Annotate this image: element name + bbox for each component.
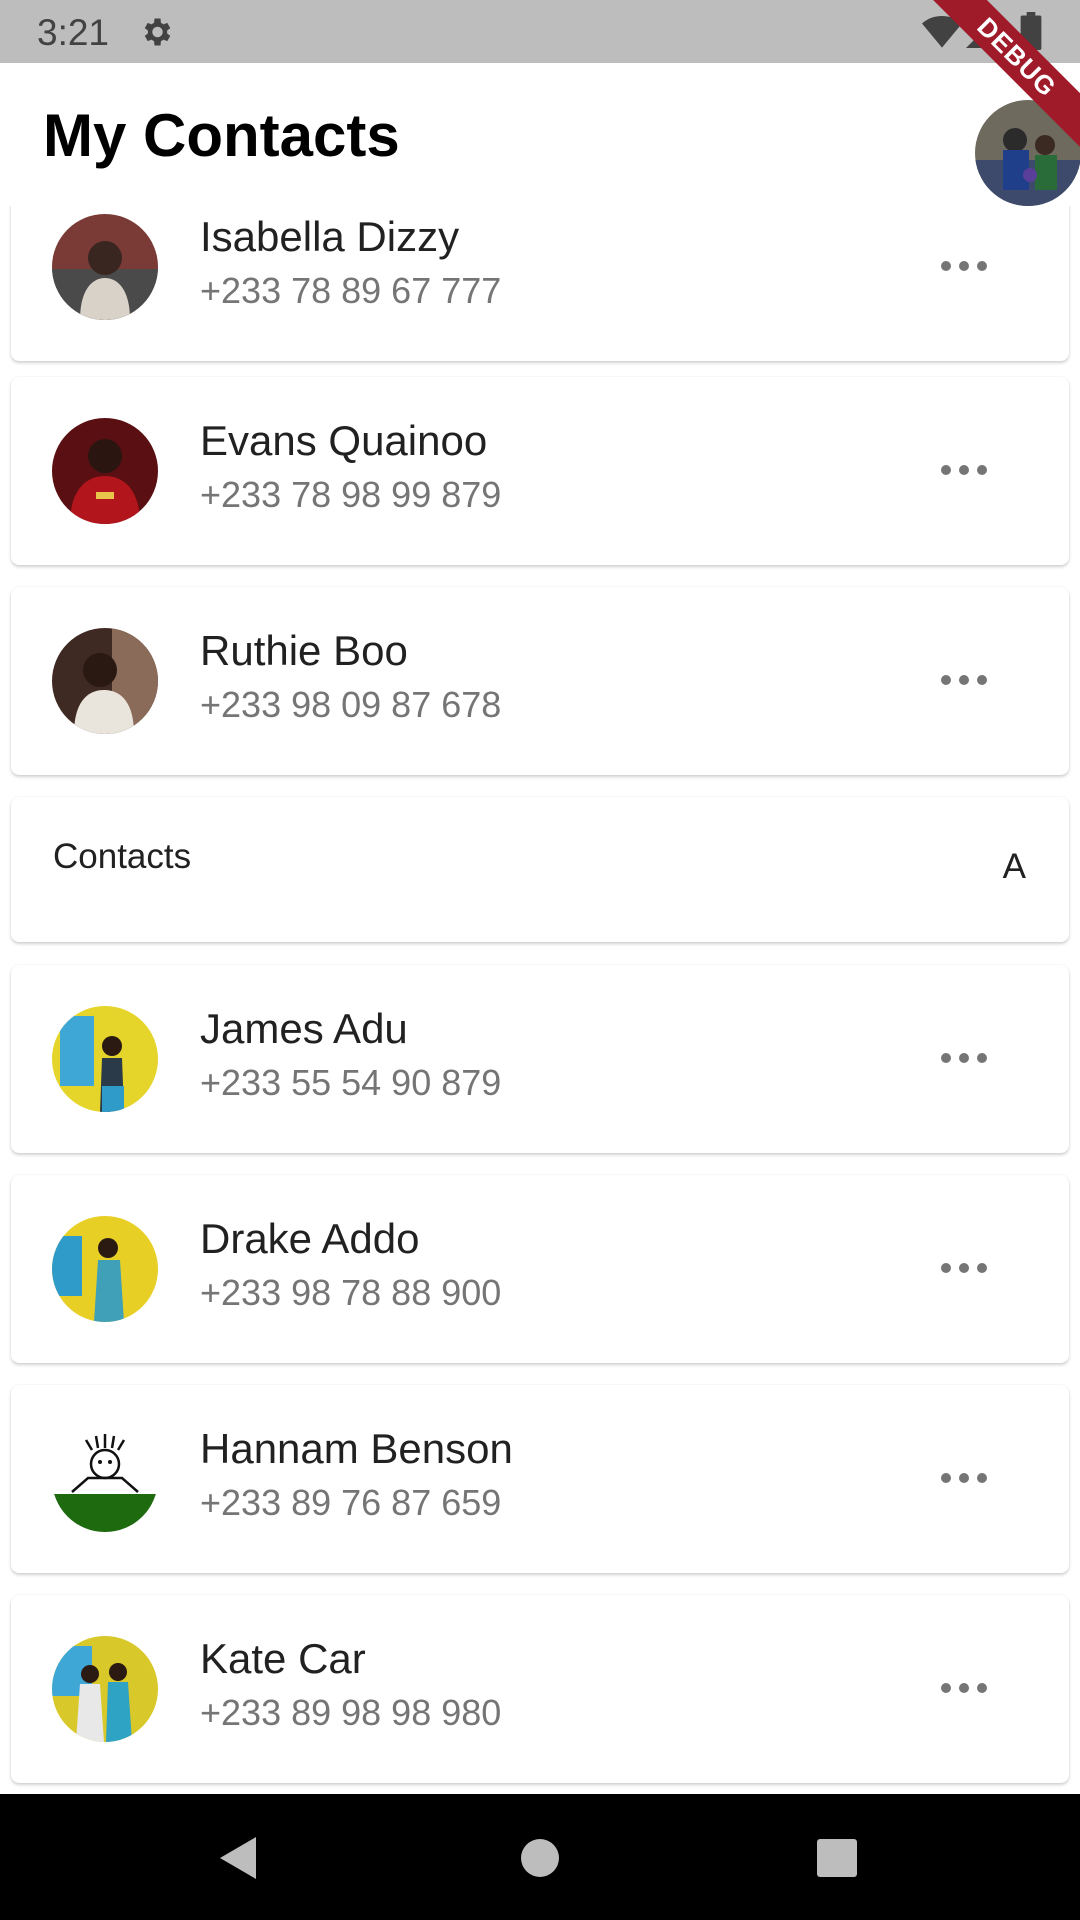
contact-phone: +233 55 54 90 879 — [200, 1062, 502, 1103]
contact-card[interactable]: Hannam Benson +233 89 76 87 659 — [11, 1385, 1069, 1573]
more-options-icon[interactable] — [933, 665, 995, 695]
navigation-bar — [0, 1794, 1080, 1920]
more-options-icon[interactable] — [933, 1673, 995, 1703]
app-bar: My Contacts — [0, 63, 1080, 206]
section-letter: A — [1002, 847, 1026, 886]
contact-avatar — [52, 1636, 158, 1742]
contact-name: Drake Addo — [200, 1215, 420, 1262]
home-icon[interactable] — [521, 1839, 559, 1877]
contact-phone: +233 78 89 67 777 — [200, 270, 502, 311]
status-time: 3:21 — [37, 12, 110, 53]
contact-phone: +233 98 09 87 678 — [200, 684, 502, 725]
contact-name: Isabella Dizzy — [200, 213, 460, 260]
more-options-icon[interactable] — [933, 1043, 995, 1073]
contact-name: Kate Car — [200, 1635, 366, 1682]
section-header: Contacts A — [11, 797, 1069, 942]
status-bar: 3:21 — [0, 0, 1080, 63]
contact-card[interactable]: Drake Addo +233 98 78 88 900 — [11, 1175, 1069, 1363]
contact-phone: +233 89 76 87 659 — [200, 1482, 502, 1523]
contact-phone: +233 98 78 88 900 — [200, 1272, 502, 1313]
gear-icon — [144, 18, 171, 46]
back-icon[interactable] — [216, 1835, 260, 1881]
contact-card[interactable]: James Adu +233 55 54 90 879 — [11, 965, 1069, 1153]
contact-phone: +233 78 98 99 879 — [200, 474, 502, 515]
more-options-icon[interactable] — [933, 1463, 995, 1493]
contact-card[interactable]: Evans Quainoo +233 78 98 99 879 — [11, 377, 1069, 565]
contact-avatar — [52, 1006, 158, 1112]
section-title: Contacts — [53, 837, 192, 876]
contact-card[interactable]: Kate Car +233 89 98 98 980 — [11, 1595, 1069, 1783]
contact-list[interactable]: Isabella Dizzy +233 78 89 67 777 Evans Q… — [0, 206, 1080, 1794]
contact-name: Hannam Benson — [200, 1425, 513, 1472]
contact-avatar — [52, 1426, 158, 1532]
more-options-icon[interactable] — [933, 1253, 995, 1283]
contact-name: Ruthie Boo — [200, 627, 408, 674]
more-options-icon[interactable] — [933, 455, 995, 485]
contact-avatar — [52, 1216, 158, 1322]
page-title: My Contacts — [43, 102, 400, 169]
recent-apps-icon[interactable] — [817, 1839, 857, 1877]
contact-avatar — [52, 214, 158, 320]
more-options-icon[interactable] — [933, 251, 995, 281]
contact-avatar — [52, 628, 158, 734]
contact-name: James Adu — [200, 1005, 408, 1052]
contact-phone: +233 89 98 98 980 — [200, 1692, 502, 1733]
contact-card[interactable]: Ruthie Boo +233 98 09 87 678 — [11, 587, 1069, 775]
contact-card[interactable]: Isabella Dizzy +233 78 89 67 777 — [11, 206, 1069, 361]
contact-avatar — [52, 418, 158, 524]
contact-name: Evans Quainoo — [200, 417, 488, 464]
